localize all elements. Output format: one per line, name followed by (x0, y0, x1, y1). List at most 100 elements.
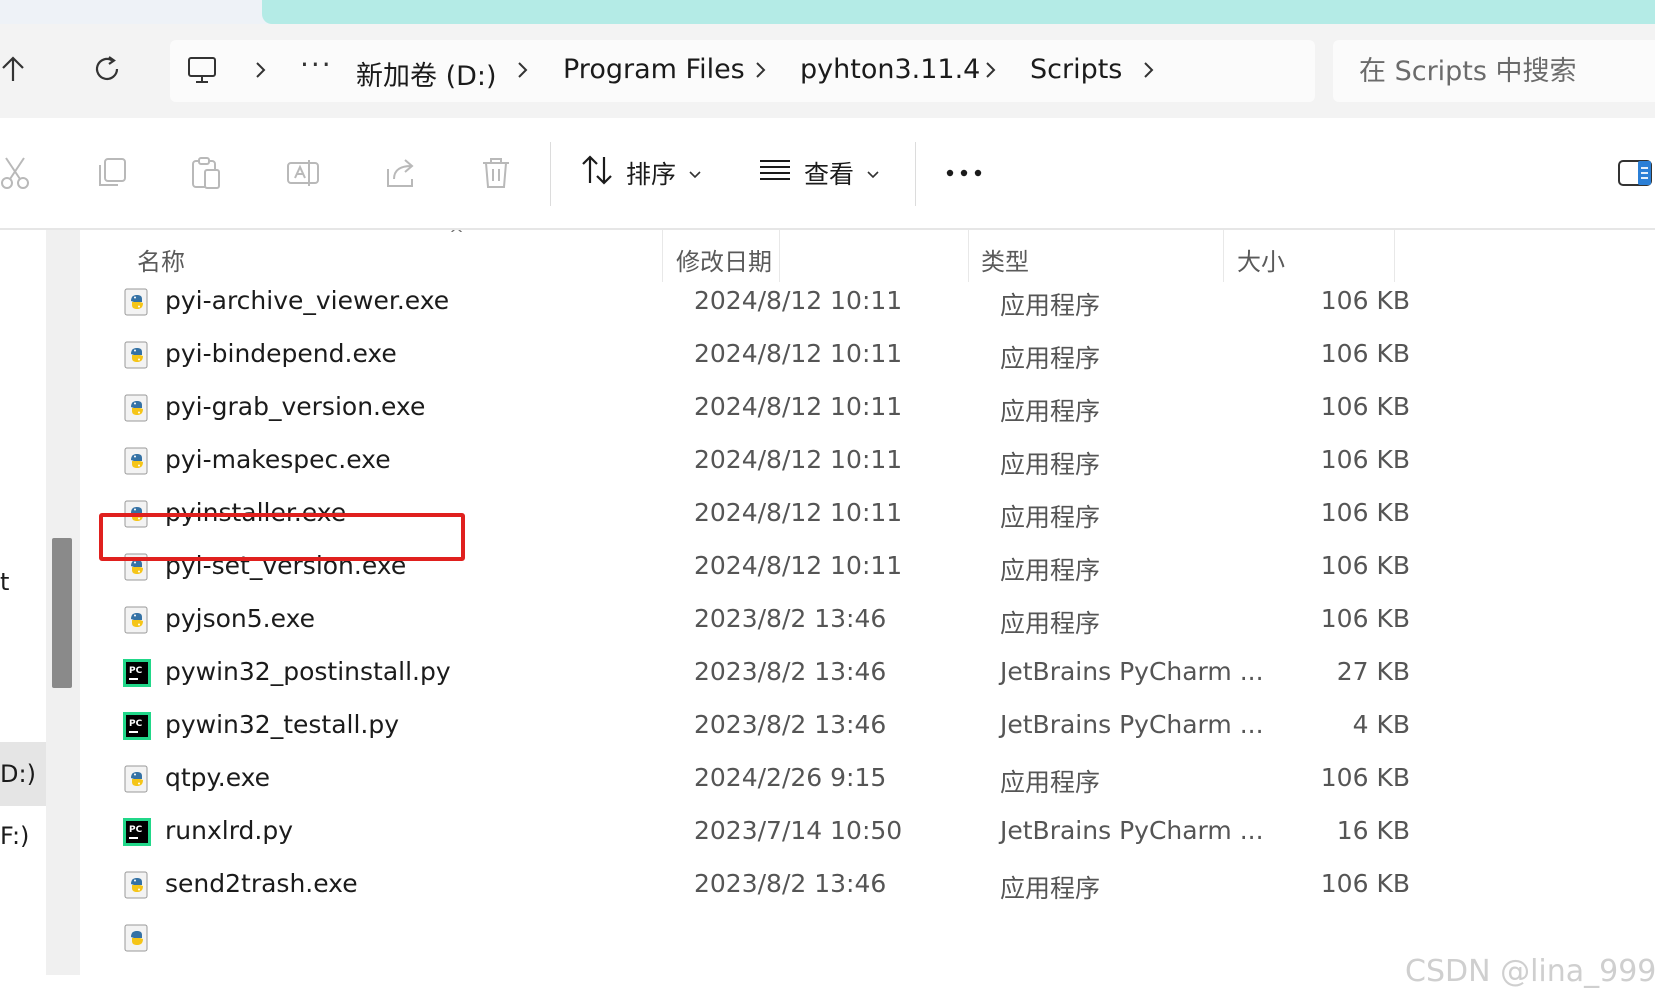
paste-icon[interactable] (186, 153, 226, 193)
toolbar-divider (550, 142, 551, 206)
address-bar[interactable]: ··· 新加卷 (D:) Program Files pyhton3.11.4 … (170, 40, 1315, 102)
file-size: 27 KB (1336, 657, 1410, 686)
python-exe-icon (124, 871, 148, 899)
table-row[interactable]: pyjson5.exe 2023/8/2 13:46 应用程序 106 KB (100, 592, 1570, 648)
file-modified: 2024/8/12 10:11 (694, 392, 903, 421)
python-exe-icon (124, 447, 148, 475)
table-row[interactable]: pyi-archive_viewer.exe 2024/8/12 10:11 应用程… (100, 274, 1570, 330)
tab-strip (0, 0, 1655, 24)
table-row[interactable]: PC runxlrd.py 2023/7/14 10:50 JetBrains PyC… (100, 804, 1570, 860)
command-toolbar: 排序 查看 (0, 118, 1655, 230)
cut-icon[interactable] (0, 153, 36, 193)
chevron-right-icon[interactable] (512, 58, 532, 86)
file-size: 106 KB (1320, 392, 1410, 421)
chevron-right-icon[interactable] (250, 58, 270, 86)
file-size: 4 KB (1352, 710, 1410, 739)
file-modified: 2024/2/26 9:15 (694, 763, 887, 792)
sort-ascending-icon: ^ (449, 230, 465, 245)
file-modified: 2024/8/12 10:11 (694, 551, 903, 580)
view-button[interactable]: 查看 (758, 148, 880, 198)
file-type: 应用程序 (1000, 291, 1101, 320)
python-exe-icon (124, 924, 148, 952)
table-row[interactable]: pyi-grab_version.exe 2024/8/12 10:11 应用程序 1… (100, 380, 1570, 436)
sort-icon (580, 153, 614, 193)
file-name: send2trash.exe (165, 869, 358, 898)
sort-button[interactable]: 排序 (580, 148, 702, 198)
nav-item-fragment[interactable]: t (0, 568, 9, 596)
file-name: pywin32_testall.py (165, 710, 400, 739)
file-type: JetBrains PyCharm ... (1000, 657, 1264, 686)
column-name-label: 名称 (137, 248, 185, 276)
breadcrumb-python-folder[interactable]: pyhton3.11.4 (800, 54, 980, 85)
svg-text:PC: PC (129, 825, 143, 835)
file-modified: 2023/8/2 13:46 (694, 604, 887, 633)
delete-icon[interactable] (476, 153, 516, 193)
share-icon[interactable] (382, 153, 422, 193)
file-size: 106 KB (1320, 869, 1410, 898)
table-row[interactable]: PC pywin32_testall.py 2023/8/2 13:46 JetBra… (100, 698, 1570, 754)
file-name: runxlrd.py (165, 816, 294, 845)
file-type: 应用程序 (1000, 609, 1101, 638)
file-size: 106 KB (1320, 604, 1410, 633)
column-modified-label: 修改日期 (676, 248, 772, 276)
chevron-down-icon (688, 159, 702, 188)
chevron-down-icon (866, 159, 880, 188)
file-size: 106 KB (1320, 445, 1410, 474)
pycharm-file-icon: PC (123, 712, 151, 740)
copy-icon[interactable] (92, 153, 132, 193)
view-label: 查看 (804, 160, 855, 189)
file-name: qtpy.exe (165, 763, 271, 792)
watermark: CSDN @lina_999 (1405, 954, 1655, 989)
more-breadcrumbs-icon[interactable]: ··· (300, 48, 333, 81)
file-type: 应用程序 (1000, 556, 1101, 585)
file-modified: 2024/8/12 10:11 (694, 445, 903, 474)
table-row[interactable]: pyi-makespec.exe 2024/8/12 10:11 应用程序 106 K… (100, 433, 1570, 489)
file-type: 应用程序 (1000, 397, 1101, 426)
table-row[interactable]: PC pywin32_postinstall.py 2023/8/2 13:46 Je… (100, 645, 1570, 701)
python-exe-icon (124, 288, 148, 316)
nav-item-drive-d[interactable]: D:) (0, 760, 36, 788)
table-row[interactable]: send2trash.exe 2023/8/2 13:46 应用程序 106 KB (100, 857, 1570, 913)
rename-icon[interactable] (283, 153, 323, 193)
search-input[interactable] (1359, 52, 1655, 90)
scrollbar-thumb[interactable] (52, 538, 72, 688)
active-tab[interactable] (262, 0, 1655, 24)
chevron-right-icon[interactable] (1138, 58, 1158, 86)
this-pc-icon[interactable] (186, 54, 218, 90)
toolbar-divider (915, 142, 916, 206)
file-name: pyjson5.exe (165, 604, 315, 633)
file-size: 106 KB (1320, 498, 1410, 527)
search-box (1333, 40, 1655, 102)
breadcrumb-program-files[interactable]: Program Files (563, 54, 745, 85)
more-options-icon[interactable] (944, 153, 984, 193)
file-type: 应用程序 (1000, 503, 1101, 532)
highlight-box (99, 513, 465, 561)
refresh-icon[interactable] (82, 44, 132, 94)
file-type: JetBrains PyCharm ... (1000, 816, 1264, 845)
breadcrumb-scripts[interactable]: Scripts (1030, 54, 1122, 85)
table-row[interactable] (100, 910, 1570, 966)
file-modified: 2024/8/12 10:11 (694, 339, 903, 368)
up-arrow-icon[interactable] (0, 44, 38, 94)
file-modified: 2024/8/12 10:11 (694, 498, 903, 527)
column-type-label: 类型 (981, 248, 1029, 276)
file-size: 106 KB (1320, 286, 1410, 315)
chevron-right-icon[interactable] (980, 58, 1000, 86)
file-size: 16 KB (1336, 816, 1410, 845)
python-exe-icon (124, 606, 148, 634)
table-row[interactable]: qtpy.exe 2024/2/26 9:15 应用程序 106 KB (100, 751, 1570, 807)
file-name: pywin32_postinstall.py (165, 657, 451, 686)
table-row[interactable]: pyi-bindepend.exe 2024/8/12 10:11 应用程序 106 … (100, 327, 1570, 383)
chevron-right-icon[interactable] (750, 58, 770, 86)
python-exe-icon (124, 341, 148, 369)
pycharm-file-icon: PC (123, 818, 151, 846)
details-pane-icon[interactable] (1615, 153, 1655, 193)
file-name: pyi-bindepend.exe (165, 339, 397, 368)
file-modified: 2024/8/12 10:11 (694, 286, 903, 315)
navigation-pane: t D:) F:) (0, 230, 80, 975)
nav-item-drive-f[interactable]: F:) (0, 822, 29, 850)
file-name: pyi-grab_version.exe (165, 392, 426, 421)
file-modified: 2023/8/2 13:46 (694, 657, 887, 686)
breadcrumb-drive[interactable]: 新加卷 (D:) (356, 54, 497, 93)
svg-text:PC: PC (129, 666, 143, 676)
